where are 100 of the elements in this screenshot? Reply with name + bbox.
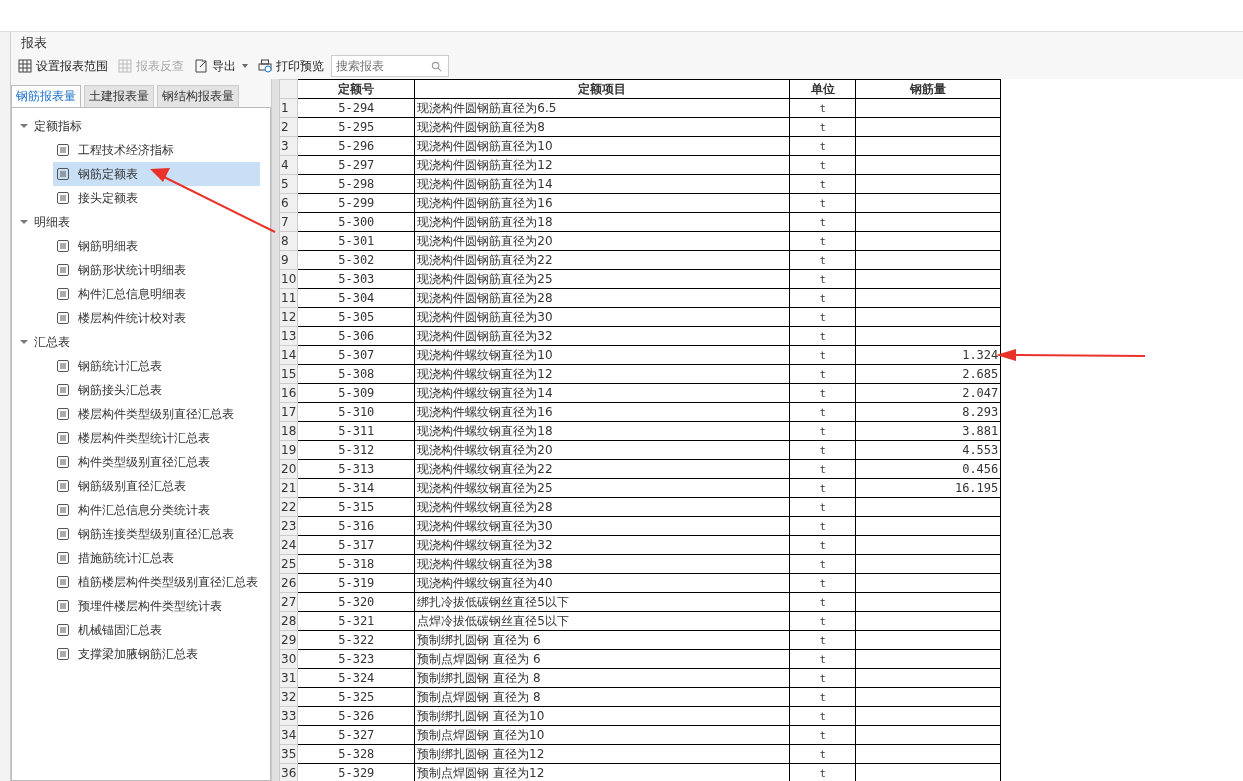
toolbar-button[interactable]: 设置报表范围 bbox=[15, 55, 111, 77]
toolbar-button[interactable]: 打印预览 bbox=[255, 55, 327, 77]
table-cell: 现浇构件螺纹钢直径为18 bbox=[414, 421, 790, 441]
document-icon bbox=[57, 240, 69, 252]
expand-icon[interactable] bbox=[20, 219, 28, 225]
table-cell: 5-305 bbox=[297, 307, 415, 327]
table-cell: 现浇构件螺纹钢直径为22 bbox=[414, 459, 790, 479]
row-number: 29 bbox=[279, 630, 298, 650]
table-cell: t bbox=[789, 649, 856, 669]
tree-item[interactable]: 工程技术经济指标 bbox=[53, 138, 260, 162]
tree-item[interactable]: 钢筋明细表 bbox=[53, 234, 260, 258]
table-cell: 现浇构件螺纹钢直径为40 bbox=[414, 573, 790, 593]
row-number: 30 bbox=[279, 649, 298, 669]
row-number: 18 bbox=[279, 421, 298, 441]
tree-group[interactable]: 定额指标 bbox=[34, 117, 82, 135]
table-cell: 5-313 bbox=[297, 459, 415, 479]
table-cell: 预制绑扎圆钢 直径为 8 bbox=[414, 668, 790, 688]
document-icon bbox=[57, 192, 69, 204]
document-icon bbox=[57, 384, 69, 396]
table-cell: t bbox=[789, 744, 856, 764]
table-cell: t bbox=[789, 725, 856, 745]
row-number: 22 bbox=[279, 497, 298, 517]
row-number: 32 bbox=[279, 687, 298, 707]
tree-item[interactable]: 构件汇总信息明细表 bbox=[53, 282, 260, 306]
tree-item[interactable]: 钢筋级别直径汇总表 bbox=[53, 474, 260, 498]
table-cell: 现浇构件螺纹钢直径为12 bbox=[414, 364, 790, 384]
expand-icon[interactable] bbox=[20, 339, 28, 345]
table-cell: 5-294 bbox=[297, 98, 415, 118]
table-cell: t bbox=[789, 307, 856, 327]
tree-item[interactable]: 钢筋接头汇总表 bbox=[53, 378, 260, 402]
document-icon bbox=[57, 432, 69, 444]
tree-item[interactable]: 楼层构件类型统计汇总表 bbox=[53, 426, 260, 450]
export-icon bbox=[194, 59, 208, 73]
document-icon bbox=[57, 576, 69, 588]
grid-icon bbox=[18, 59, 32, 73]
document-icon bbox=[57, 504, 69, 516]
row-number: 8 bbox=[279, 231, 298, 251]
table-cell: t bbox=[789, 668, 856, 688]
table-cell: 现浇构件圆钢筋直径为16 bbox=[414, 193, 790, 213]
table-cell: t bbox=[789, 98, 856, 118]
tree-item[interactable]: 楼层构件类型级别直径汇总表 bbox=[53, 402, 260, 426]
table-cell: 5-303 bbox=[297, 269, 415, 289]
tree-group[interactable]: 明细表 bbox=[34, 213, 70, 231]
tree-group[interactable]: 汇总表 bbox=[34, 333, 70, 351]
table-cell: 2.685 bbox=[855, 364, 1001, 384]
table-cell: 5-301 bbox=[297, 231, 415, 251]
search-field[interactable]: 搜索报表 bbox=[331, 55, 449, 77]
row-number: 24 bbox=[279, 535, 298, 555]
table-cell: 现浇构件圆钢筋直径为6.5 bbox=[414, 98, 790, 118]
tree-item[interactable]: 预埋件楼层构件类型统计表 bbox=[53, 594, 260, 618]
row-number: 14 bbox=[279, 345, 298, 365]
table-cell: 5-312 bbox=[297, 440, 415, 460]
table-cell: 3.881 bbox=[855, 421, 1001, 441]
table-cell: t bbox=[789, 402, 856, 422]
row-number: 35 bbox=[279, 744, 298, 764]
table-cell: t bbox=[789, 212, 856, 232]
document-icon bbox=[57, 264, 69, 276]
row-number: 26 bbox=[279, 573, 298, 593]
table-cell: 5-307 bbox=[297, 345, 415, 365]
row-number: 11 bbox=[279, 288, 298, 308]
row-number: 28 bbox=[279, 611, 298, 631]
row-number: 21 bbox=[279, 478, 298, 498]
row-number: 5 bbox=[279, 174, 298, 194]
toolbar-button[interactable]: 导出 bbox=[191, 55, 251, 77]
tree-item[interactable]: 构件类型级别直径汇总表 bbox=[53, 450, 260, 474]
tree-item[interactable]: 机械锚固汇总表 bbox=[53, 618, 260, 642]
tree-item[interactable]: 钢筋连接类型级别直径汇总表 bbox=[53, 522, 260, 546]
table-cell: 现浇构件螺纹钢直径为32 bbox=[414, 535, 790, 555]
report-tab[interactable]: 钢筋报表量 bbox=[11, 85, 81, 107]
document-icon bbox=[57, 528, 69, 540]
document-icon bbox=[57, 480, 69, 492]
column-header: 单位 bbox=[789, 79, 856, 99]
row-number: 6 bbox=[279, 193, 298, 213]
expand-icon[interactable] bbox=[20, 123, 28, 129]
table-cell: t bbox=[789, 459, 856, 479]
table-cell: t bbox=[789, 554, 856, 574]
tree-item[interactable]: 楼层构件统计校对表 bbox=[53, 306, 260, 330]
report-tab[interactable]: 钢结构报表量 bbox=[157, 85, 239, 107]
table-cell: 预制点焊圆钢 直径为 6 bbox=[414, 649, 790, 669]
tree-item[interactable]: 措施筋统计汇总表 bbox=[53, 546, 260, 570]
table-cell: 现浇构件螺纹钢直径为16 bbox=[414, 402, 790, 422]
tree-item[interactable]: 支撑梁加腋钢筋汇总表 bbox=[53, 642, 260, 666]
tree-item[interactable]: 构件汇总信息分类统计表 bbox=[53, 498, 260, 522]
tree-item[interactable]: 钢筋形状统计明细表 bbox=[53, 258, 260, 282]
row-number: 10 bbox=[279, 269, 298, 289]
report-tab[interactable]: 土建报表量 bbox=[84, 85, 154, 107]
tree-item[interactable]: 植筋楼层构件类型级别直径汇总表 bbox=[53, 570, 260, 594]
table-cell: 现浇构件圆钢筋直径为28 bbox=[414, 288, 790, 308]
row-number: 27 bbox=[279, 592, 298, 612]
table-cell: 现浇构件圆钢筋直径为32 bbox=[414, 326, 790, 346]
table-cell: t bbox=[789, 383, 856, 403]
table-cell: 5-295 bbox=[297, 117, 415, 137]
tree-item[interactable]: 钢筋定额表 bbox=[53, 162, 260, 186]
document-icon bbox=[57, 312, 69, 324]
row-number: 23 bbox=[279, 516, 298, 536]
table-cell: 16.195 bbox=[855, 478, 1001, 498]
tree-item[interactable]: 接头定额表 bbox=[53, 186, 260, 210]
tree-item[interactable]: 钢筋统计汇总表 bbox=[53, 354, 260, 378]
column-header: 定额项目 bbox=[414, 79, 790, 99]
document-icon bbox=[57, 408, 69, 420]
